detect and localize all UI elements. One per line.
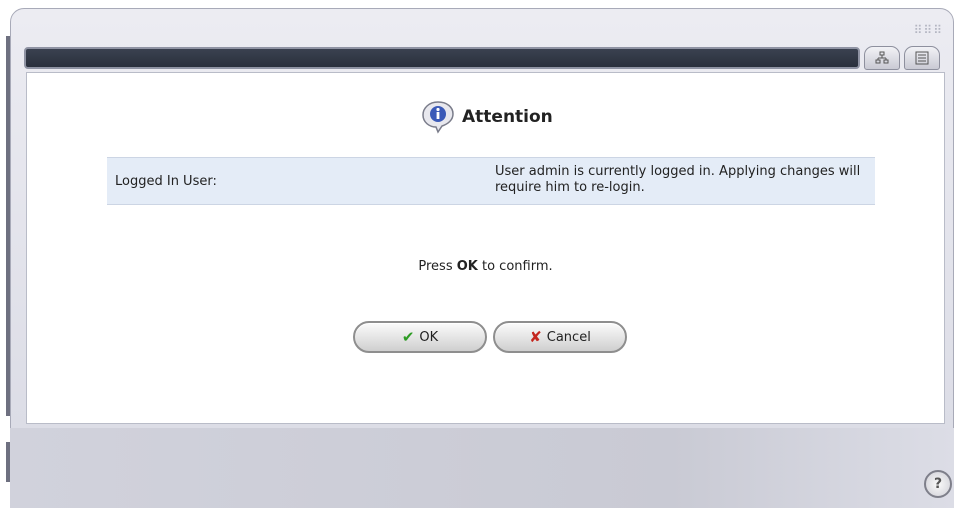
checkmark-icon: ✔ — [401, 328, 415, 346]
dialog-content: Attention Logged In User: User admin is … — [26, 72, 945, 424]
attention-header: Attention — [420, 99, 553, 135]
help-button[interactable]: ? — [924, 470, 952, 498]
confirm-message: Press OK to confirm. — [27, 259, 944, 274]
title-bar — [24, 47, 860, 69]
ok-button[interactable]: ✔ OK — [353, 321, 487, 353]
info-value: User admin is currently logged in. Apply… — [495, 164, 861, 195]
dialog-title: Attention — [462, 107, 553, 127]
x-icon: ✘ — [529, 328, 542, 346]
list-view-icon — [915, 51, 929, 65]
cancel-label: Cancel — [546, 329, 591, 345]
help-icon: ? — [933, 476, 943, 492]
info-label: Logged In User: — [115, 174, 217, 189]
confirm-prefix: Press — [418, 259, 457, 274]
network-map-icon — [875, 51, 889, 64]
ok-label: OK — [419, 329, 439, 345]
confirm-ok-text: OK — [456, 259, 478, 274]
bottom-panel — [10, 428, 954, 508]
cancel-button[interactable]: ✘ Cancel — [493, 321, 627, 353]
logged-in-user-row: Logged In User: User admin is currently … — [107, 157, 875, 205]
resize-grip-icon[interactable]: ⠿⠿⠿ — [914, 23, 943, 37]
confirm-suffix: to confirm. — [477, 259, 553, 274]
list-view-button[interactable] — [904, 46, 940, 70]
network-map-button[interactable] — [864, 46, 900, 70]
info-bubble-icon — [422, 101, 454, 134]
